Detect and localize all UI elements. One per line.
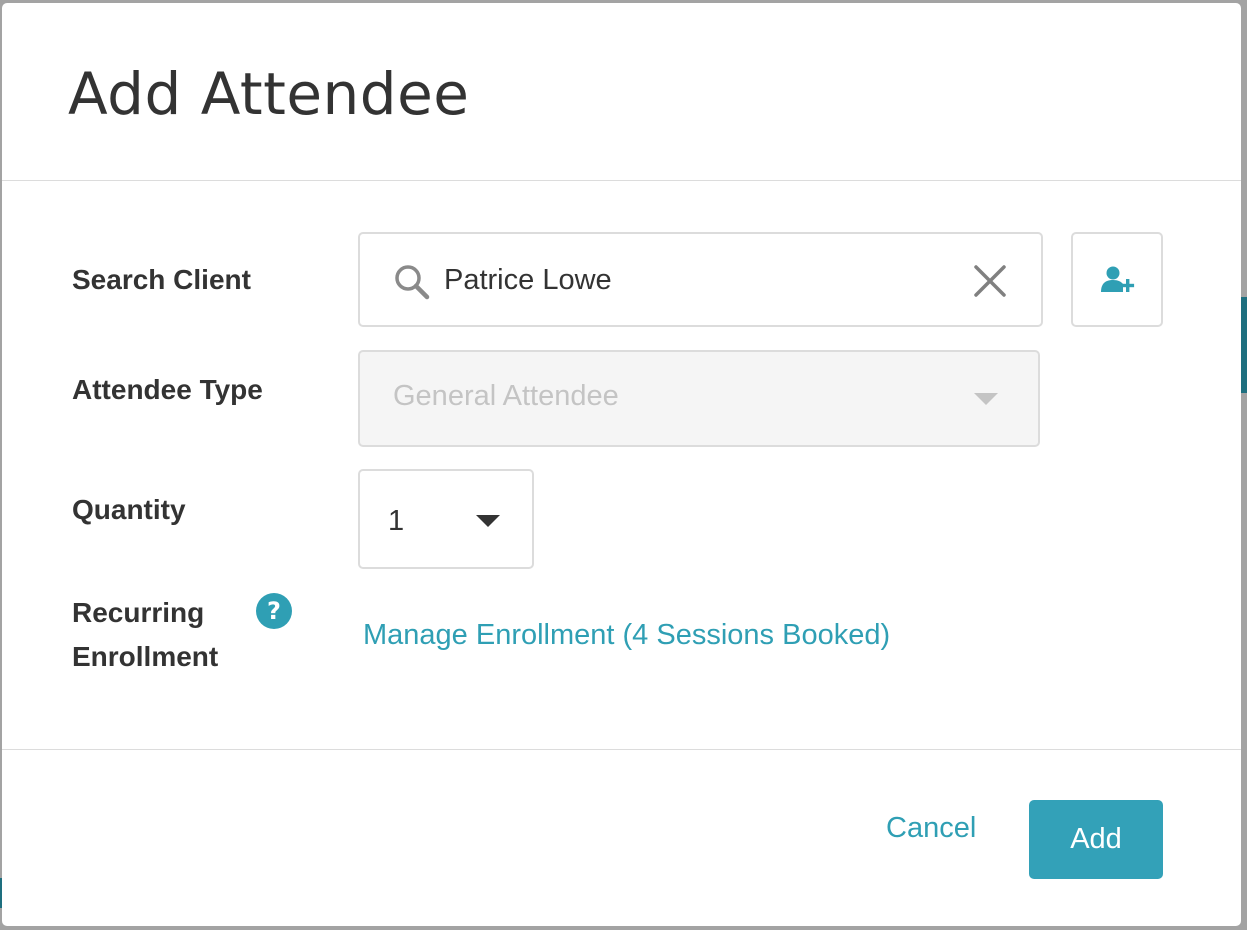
recurring-enrollment-label: Recurring Enrollment xyxy=(72,597,219,672)
chevron-down-icon xyxy=(476,515,500,527)
modal-body: Search Client Attendee Type General At xyxy=(2,181,1241,750)
question-circle-icon[interactable]: ? xyxy=(255,592,293,630)
modal-footer: Cancel Add xyxy=(2,750,1241,925)
search-client-input[interactable] xyxy=(444,256,924,304)
add-button[interactable]: Add xyxy=(1029,800,1163,879)
search-client-label: Search Client xyxy=(72,264,251,295)
add-attendee-modal: Add Attendee Search Client Attend xyxy=(2,3,1241,926)
manage-enrollment-link[interactable]: Manage Enrollment (4 Sessions Booked) xyxy=(363,615,890,655)
cancel-button[interactable]: Cancel xyxy=(868,800,994,856)
quantity-value: 1 xyxy=(388,505,405,537)
close-icon[interactable] xyxy=(973,264,1007,298)
modal-header: Add Attendee xyxy=(2,3,1241,181)
svg-text:?: ? xyxy=(267,597,281,625)
quantity-select[interactable]: 1 xyxy=(358,469,534,569)
quantity-label: Quantity xyxy=(72,494,186,525)
attendee-type-select: General Attendee xyxy=(358,350,1040,447)
add-client-button[interactable] xyxy=(1071,232,1163,327)
chevron-down-icon xyxy=(974,393,998,405)
attendee-type-value: General Attendee xyxy=(393,380,619,412)
add-user-icon xyxy=(1101,266,1135,292)
modal-title: Add Attendee xyxy=(68,60,470,128)
attendee-type-label: Attendee Type xyxy=(72,374,263,405)
search-icon xyxy=(395,265,430,300)
search-client-field[interactable] xyxy=(358,232,1043,327)
background-accent-bar xyxy=(1241,297,1247,393)
